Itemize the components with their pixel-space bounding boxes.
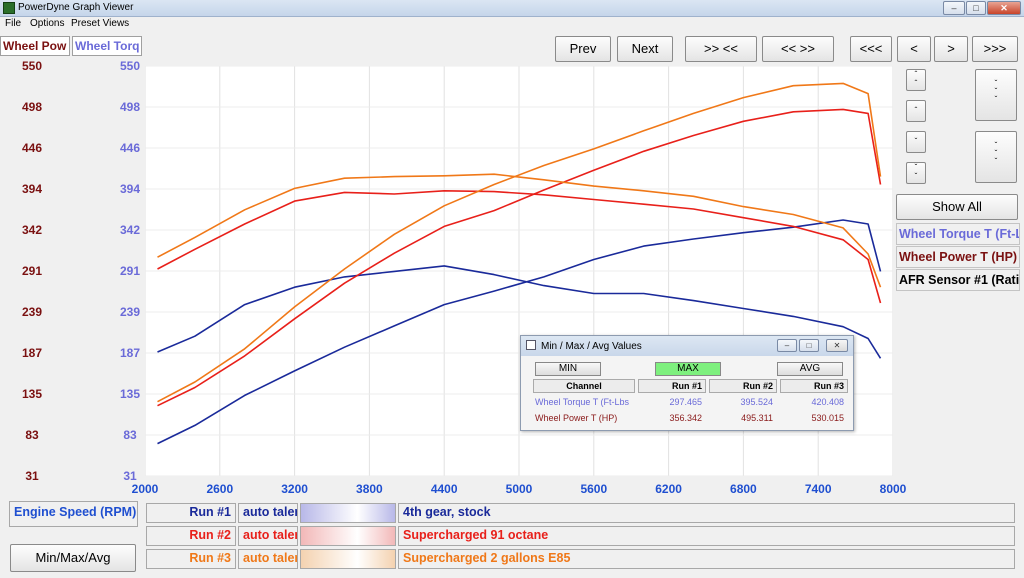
minmaxavg-button[interactable]: Min/Max/Avg [10, 544, 136, 572]
scroll-last-button[interactable]: >>> [972, 36, 1018, 62]
power-tick-label: 187 [21, 346, 43, 360]
minimize-icon[interactable]: – [943, 1, 965, 15]
power-tick-label: 291 [21, 264, 43, 278]
dialog-value-run1: 297.465 [669, 397, 702, 407]
power-tick-label: 31 [25, 469, 39, 483]
power-tick-label: 135 [21, 387, 43, 401]
run-label[interactable]: Run #3 [146, 549, 236, 569]
run-user-blurred [300, 549, 396, 569]
dialog-value-run2: 395.524 [740, 397, 773, 407]
run-description[interactable]: Supercharged 2 gallons E85 [398, 549, 1015, 569]
run-description[interactable]: 4th gear, stock [398, 503, 1015, 523]
header-channel: Channel [533, 379, 635, 393]
power-tick-label: 394 [21, 182, 43, 196]
max-button[interactable]: MAX [655, 362, 721, 376]
dialog-channel-name: Wheel Power T (HP) [535, 413, 618, 423]
x-tick-label: 5000 [505, 482, 533, 496]
scale-down-icon[interactable]: ˇ [906, 131, 926, 153]
run-user[interactable]: auto talen [238, 503, 298, 523]
prev-button[interactable]: Prev [555, 36, 611, 62]
dialog-maximize-icon[interactable]: □ [799, 339, 819, 352]
menu-file[interactable]: File [5, 18, 21, 29]
min-button[interactable]: MIN [535, 362, 601, 376]
dialog-value-run1: 356.342 [669, 413, 702, 423]
power-axis-tab[interactable]: Wheel Pow [0, 36, 70, 56]
power-tick-label: 550 [21, 59, 43, 73]
torque-axis-tab[interactable]: Wheel Torq [72, 36, 142, 56]
dialog-title-bar: Min / Max / Avg Values – □ ✕ [521, 336, 853, 356]
x-tick-label: 2000 [131, 482, 159, 496]
dialog-value-run3: 420.408 [811, 397, 844, 407]
next-button[interactable]: Next [617, 36, 673, 62]
scroll-left-button[interactable]: < [897, 36, 931, 62]
x-tick-label: 7400 [804, 482, 832, 496]
run-label[interactable]: Run #1 [146, 503, 236, 523]
channel-afr[interactable]: AFR Sensor #1 (Rati [896, 269, 1020, 291]
dialog-value-run2: 495.311 [741, 413, 773, 423]
title-bar: PowerDyne Graph Viewer – □ ✕ [0, 0, 1024, 17]
close-icon[interactable]: ✕ [987, 1, 1021, 15]
run-user[interactable]: auto talen [238, 526, 298, 546]
scroll-first-button[interactable]: <<< [850, 36, 892, 62]
dialog-value-run3: 530.015 [811, 413, 844, 423]
menu-options[interactable]: Options [30, 18, 64, 29]
dialog-icon [526, 340, 536, 350]
run-description[interactable]: Supercharged 91 octane [398, 526, 1015, 546]
maximize-icon[interactable]: □ [966, 1, 986, 15]
offset-down-icon[interactable]: ˇˇˇ [975, 131, 1017, 183]
power-tick-label: 239 [21, 305, 43, 319]
power-tick-label: 342 [21, 223, 43, 237]
dialog-minimize-icon[interactable]: – [777, 339, 797, 352]
channel-torque[interactable]: Wheel Torque T (Ft-L [896, 223, 1020, 245]
x-tick-label: 3800 [356, 482, 383, 496]
run-label[interactable]: Run #2 [146, 526, 236, 546]
scroll-right-button[interactable]: > [934, 36, 968, 62]
run-user[interactable]: auto talen [238, 549, 298, 569]
show-all-button[interactable]: Show All [896, 194, 1018, 220]
scale-up-fast-icon[interactable]: ˆˆ [906, 69, 926, 91]
scale-down-fast-icon[interactable]: ˇˇ [906, 162, 926, 184]
header-run1: Run #1 [638, 379, 706, 393]
dialog-channel-name: Wheel Torque T (Ft-Lbs [535, 397, 630, 407]
power-tick-label: 83 [25, 428, 39, 442]
app-icon [3, 2, 15, 14]
run-user-blurred [300, 503, 396, 523]
channel-power[interactable]: Wheel Power T (HP) [896, 246, 1020, 268]
zoom-out-button[interactable]: << >> [762, 36, 834, 62]
dialog-title: Min / Max / Avg Values [541, 341, 642, 352]
window-title: PowerDyne Graph Viewer [18, 2, 134, 13]
graph-viewer-window: PowerDyne Graph Viewer – □ ✕ File Option… [0, 0, 1024, 578]
run-user-blurred [300, 526, 396, 546]
x-tick-label: 2600 [206, 482, 234, 496]
x-tick-label: 6800 [730, 482, 757, 496]
x-tick-label: 4400 [430, 482, 458, 496]
x-axis-label[interactable]: Engine Speed (RPM) [9, 501, 138, 527]
zoom-in-button[interactable]: >> << [685, 36, 757, 62]
power-tick-label: 498 [21, 100, 43, 114]
x-tick-label: 3200 [281, 482, 308, 496]
header-run2: Run #2 [709, 379, 777, 393]
menu-bar: File Options Preset Views [0, 17, 1024, 32]
menu-preset-views[interactable]: Preset Views [71, 18, 129, 29]
offset-up-icon[interactable]: ˇˇˇ [975, 69, 1017, 121]
scale-up-icon[interactable]: ˆ [906, 100, 926, 122]
x-tick-label: 6200 [655, 482, 682, 496]
power-tick-label: 446 [21, 141, 43, 155]
x-tick-label: 8000 [879, 482, 907, 496]
x-tick-label: 5600 [580, 482, 608, 496]
minmaxavg-dialog: Min / Max / Avg Values – □ ✕ MIN MAX AVG… [520, 335, 854, 431]
header-run3: Run #3 [780, 379, 848, 393]
avg-button[interactable]: AVG [777, 362, 843, 376]
dialog-close-icon[interactable]: ✕ [826, 339, 848, 352]
